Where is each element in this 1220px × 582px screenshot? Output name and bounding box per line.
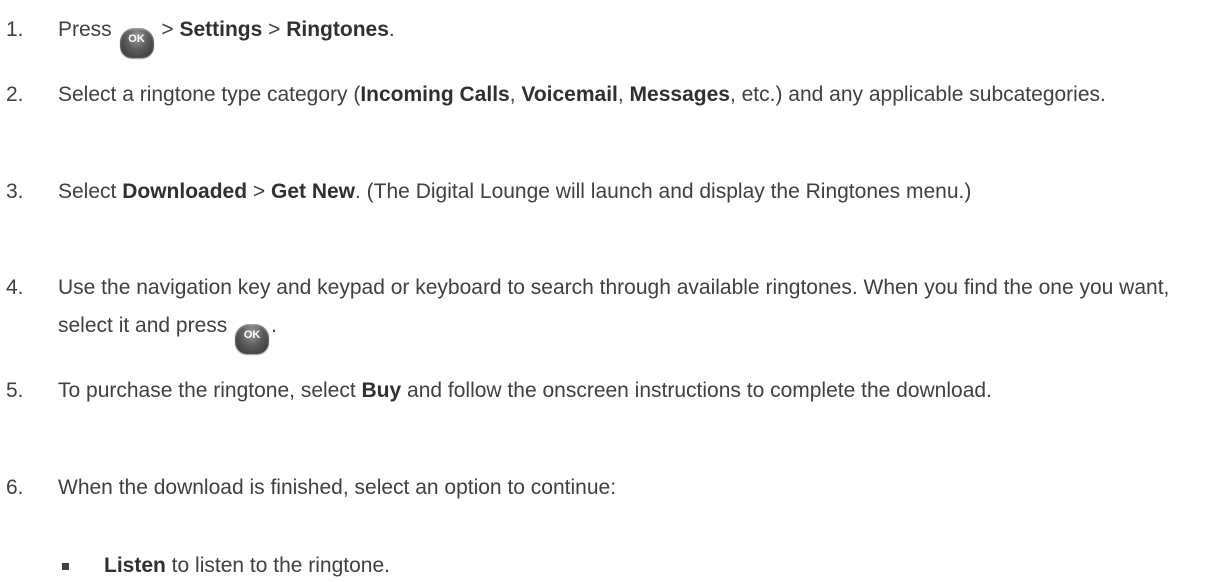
ok-key-icon: OK — [119, 28, 154, 58]
bullet-text: Listen to listen to the ringtone. — [104, 554, 390, 577]
buy-label: Buy — [361, 379, 402, 402]
step-number: 1. — [6, 18, 24, 41]
step-text: To purchase the ringtone, select Buy and… — [58, 379, 992, 402]
step-text: Select a ringtone type category (Incomin… — [58, 83, 1106, 106]
step-number: 4. — [6, 276, 24, 299]
listen-label: Listen — [104, 554, 166, 577]
ringtones-menu-label: Ringtones — [286, 18, 389, 41]
step-number: 5. — [6, 379, 24, 402]
get-new-label: Get New — [270, 180, 356, 203]
step-text: When the download is finished, select an… — [58, 476, 617, 499]
bullet-square-icon — [62, 563, 69, 570]
downloaded-label: Downloaded — [122, 180, 248, 203]
settings-menu-label: Settings — [179, 18, 263, 41]
step-number: 3. — [6, 180, 24, 203]
step-text: Use the navigation key and keypad or key… — [58, 269, 1198, 354]
step-number: 6. — [6, 476, 24, 499]
step-text: Press OK > Settings > Ringtones. — [58, 14, 1198, 58]
step-text: Select Downloaded > Get New. (The Digita… — [58, 180, 972, 203]
voicemail-label: Voicemail — [521, 83, 618, 106]
step-number: 2. — [6, 83, 24, 106]
messages-label: Messages — [629, 83, 730, 106]
ok-key-icon: OK — [235, 324, 270, 354]
incoming-calls-label: Incoming Calls — [360, 83, 510, 106]
